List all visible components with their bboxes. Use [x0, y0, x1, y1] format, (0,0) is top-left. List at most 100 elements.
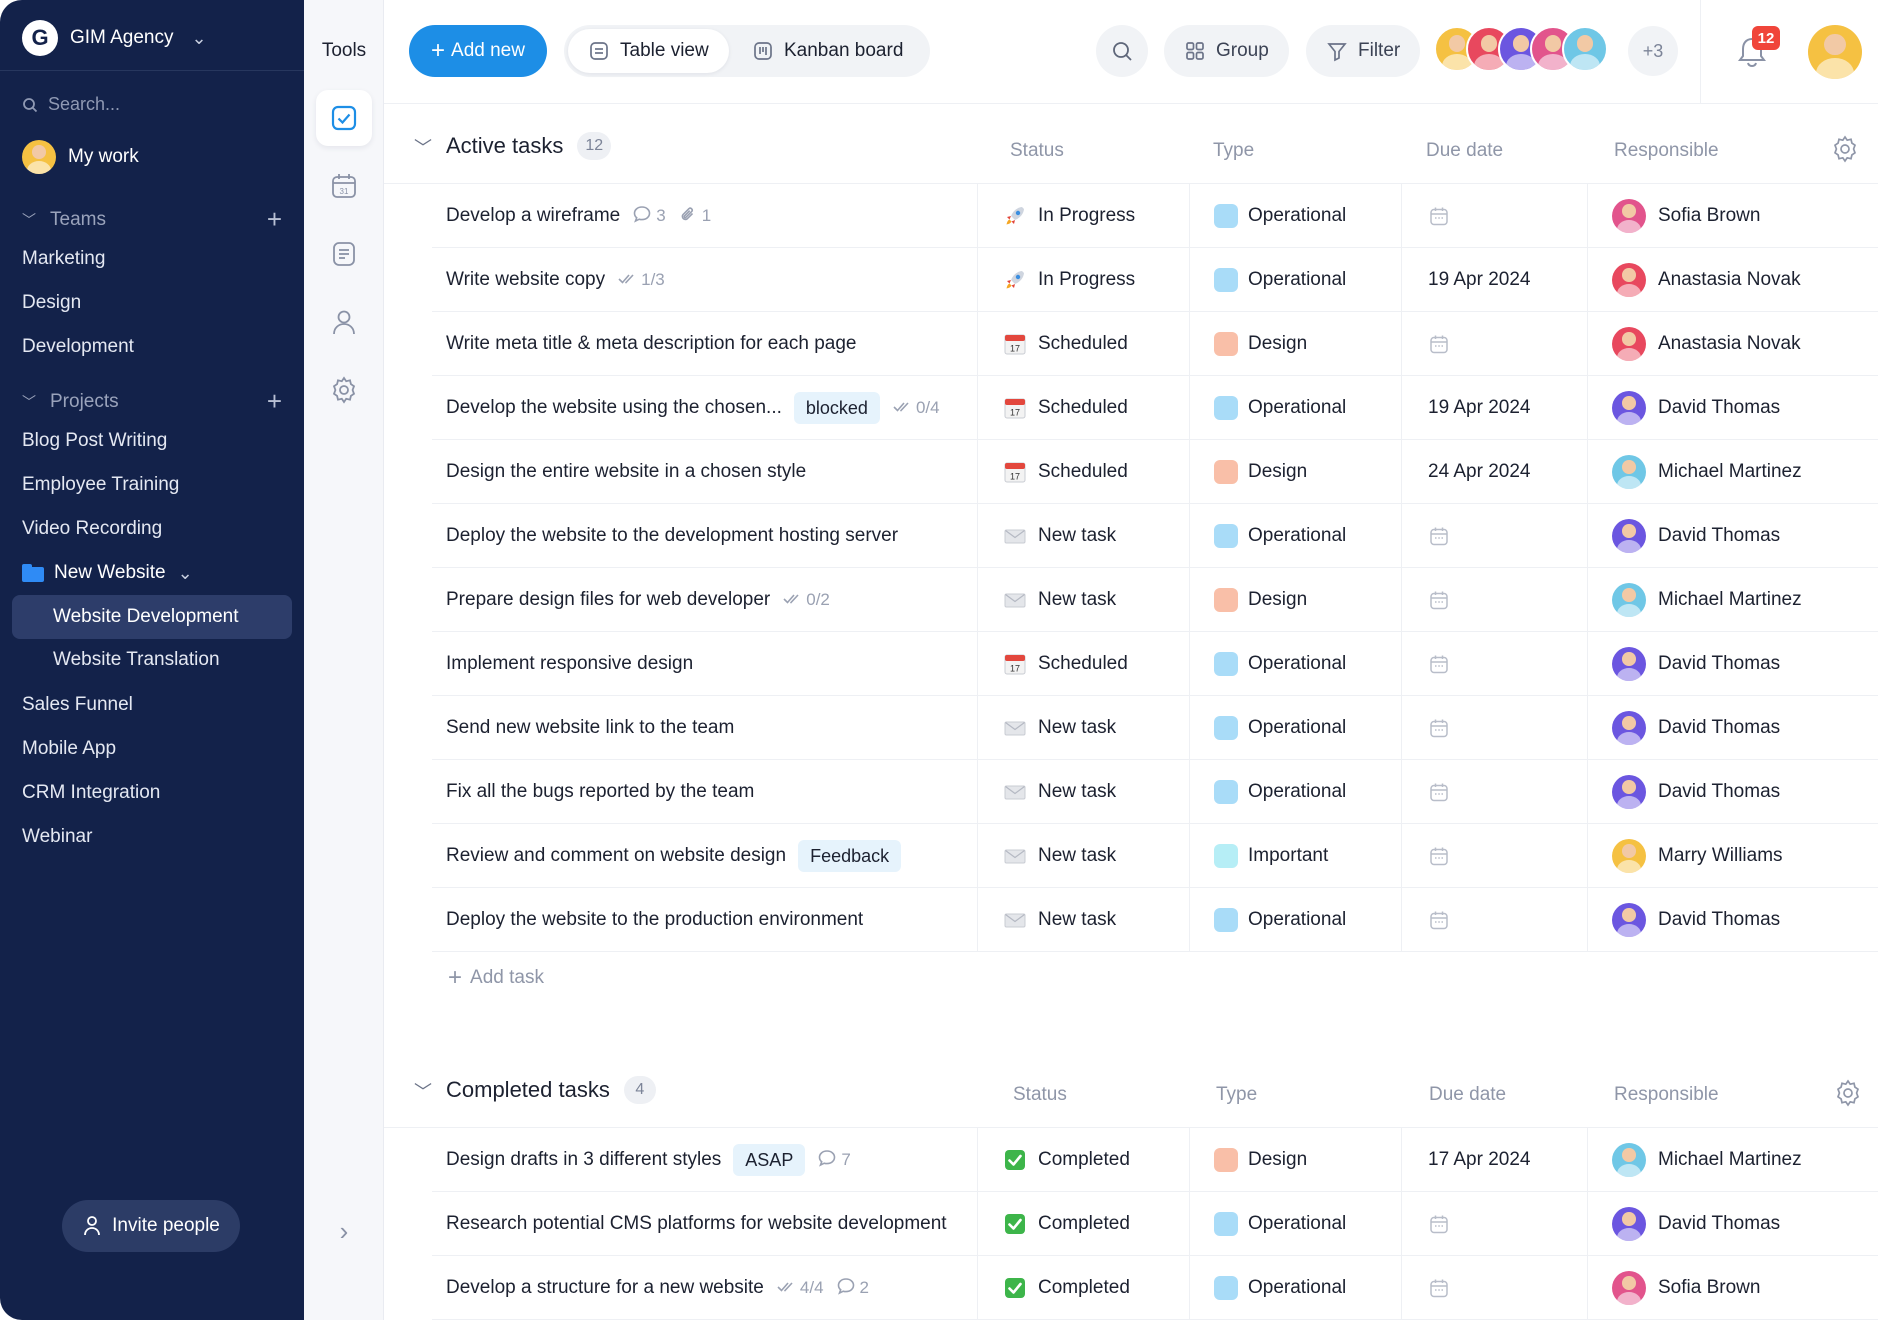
due-date-cell[interactable]	[1402, 1256, 1588, 1320]
task-tag-blocked[interactable]: blocked	[793, 392, 880, 424]
type-cell[interactable]: Operational	[1190, 184, 1402, 248]
tasks-tool-button[interactable]	[316, 90, 372, 146]
sidebar-item-blog-post-writing[interactable]: Blog Post Writing	[22, 430, 167, 452]
table-row[interactable]: Develop a wireframe 3 1 In Progress Operatio…	[432, 184, 1878, 248]
table-row[interactable]: Implement responsive design 17 Scheduled Op…	[432, 632, 1878, 696]
column-header-status[interactable]: Status	[1013, 1084, 1067, 1106]
status-cell[interactable]: 17 Scheduled	[978, 312, 1190, 376]
column-header-status[interactable]: Status	[1010, 140, 1064, 162]
sidebar-item-website-translation[interactable]: Website Translation	[12, 638, 292, 682]
sidebar-search[interactable]: Search...	[22, 94, 120, 115]
type-cell[interactable]: Design	[1190, 568, 1402, 632]
status-cell[interactable]: In Progress	[978, 248, 1190, 312]
task-name[interactable]: Write meta title & meta description for …	[446, 333, 856, 355]
notes-tool-button[interactable]	[316, 226, 372, 282]
table-row[interactable]: Fix all the bugs reported by the team New…	[432, 760, 1878, 824]
sidebar-item-my-work[interactable]: My work	[22, 140, 139, 174]
task-name-cell[interactable]: Research potential CMS platforms for web…	[432, 1192, 978, 1256]
due-date-cell[interactable]	[1402, 632, 1588, 696]
table-row[interactable]: Research potential CMS platforms for web…	[432, 1192, 1878, 1256]
responsible-cell[interactable]: Michael Martinez	[1588, 568, 1878, 632]
task-name-cell[interactable]: Develop a wireframe 3 1	[432, 184, 978, 248]
task-name[interactable]: Send new website link to the team	[446, 717, 734, 739]
table-row[interactable]: Deploy the website to the production env…	[432, 888, 1878, 952]
task-name-cell[interactable]: Develop the website using the chosen... b…	[432, 376, 978, 440]
type-cell[interactable]: Operational	[1190, 504, 1402, 568]
add-new-button[interactable]: + Add new	[409, 25, 547, 77]
task-name[interactable]: Review and comment on website design	[446, 845, 786, 867]
table-row[interactable]: Review and comment on website design Feed…	[432, 824, 1878, 888]
status-cell[interactable]: Completed	[978, 1192, 1190, 1256]
sidebar-item-sales-funnel[interactable]: Sales Funnel	[22, 694, 133, 716]
add-task-button[interactable]: + Add task	[448, 964, 544, 992]
type-cell[interactable]: Important	[1190, 824, 1402, 888]
table-row[interactable]: Deploy the website to the development ho…	[432, 504, 1878, 568]
status-cell[interactable]: New task	[978, 824, 1190, 888]
task-name[interactable]: Design the entire website in a chosen st…	[446, 461, 806, 483]
comments-counter[interactable]: 7	[817, 1148, 851, 1173]
type-cell[interactable]: Operational	[1190, 248, 1402, 312]
type-cell[interactable]: Design	[1190, 440, 1402, 504]
chevron-down-icon[interactable]: ﹀	[414, 134, 432, 160]
status-cell[interactable]: New task	[978, 888, 1190, 952]
due-date-cell[interactable]: 19 Apr 2024	[1402, 248, 1588, 312]
sidebar-item-website-development[interactable]: Website Development	[12, 595, 292, 639]
add-team-icon[interactable]: +	[267, 204, 282, 235]
gear-icon[interactable]	[1830, 134, 1860, 164]
task-name[interactable]: Design drafts in 3 different styles	[446, 1149, 721, 1171]
due-date-cell[interactable]	[1402, 1192, 1588, 1256]
status-cell[interactable]: 17 Scheduled	[978, 632, 1190, 696]
due-date-cell[interactable]: 19 Apr 2024	[1402, 376, 1588, 440]
responsible-cell[interactable]: Anastasia Novak	[1588, 312, 1878, 376]
type-cell[interactable]: Operational	[1190, 696, 1402, 760]
due-date-cell[interactable]	[1402, 312, 1588, 376]
tab-kanban-board[interactable]: Kanban board	[732, 29, 923, 73]
column-header-due-date[interactable]: Due date	[1429, 1084, 1506, 1106]
chevron-down-icon[interactable]: ﹀	[414, 1078, 432, 1104]
due-date-cell[interactable]	[1402, 888, 1588, 952]
task-name-cell[interactable]: Develop a structure for a new website 4/4…	[432, 1256, 978, 1320]
task-name[interactable]: Prepare design files for web developer	[446, 589, 770, 611]
status-cell[interactable]: New task	[978, 504, 1190, 568]
invite-people-button[interactable]: Invite people	[62, 1200, 240, 1252]
type-cell[interactable]: Operational	[1190, 376, 1402, 440]
responsible-cell[interactable]: David Thomas	[1588, 376, 1878, 440]
responsible-cell[interactable]: Marry Williams	[1588, 824, 1878, 888]
column-header-type[interactable]: Type	[1216, 1084, 1257, 1106]
responsible-cell[interactable]: Anastasia Novak	[1588, 248, 1878, 312]
task-name-cell[interactable]: Review and comment on website design Feed…	[432, 824, 978, 888]
due-date-cell[interactable]	[1402, 696, 1588, 760]
status-cell[interactable]: New task	[978, 760, 1190, 824]
due-date-cell[interactable]	[1402, 760, 1588, 824]
task-name-cell[interactable]: Fix all the bugs reported by the team	[432, 760, 978, 824]
table-row[interactable]: Design the entire website in a chosen st…	[432, 440, 1878, 504]
type-cell[interactable]: Operational	[1190, 1256, 1402, 1320]
type-cell[interactable]: Design	[1190, 312, 1402, 376]
table-row[interactable]: Write website copy 1/3 In Progress Operatio…	[432, 248, 1878, 312]
task-name-cell[interactable]: Deploy the website to the development ho…	[432, 504, 978, 568]
task-name[interactable]: Fix all the bugs reported by the team	[446, 781, 754, 803]
group-button[interactable]: Group	[1164, 25, 1289, 77]
task-name-cell[interactable]: Deploy the website to the production env…	[432, 888, 978, 952]
due-date-cell[interactable]	[1402, 504, 1588, 568]
column-header-responsible[interactable]: Responsible	[1614, 140, 1719, 162]
task-name-cell[interactable]: Send new website link to the team	[432, 696, 978, 760]
responsible-cell[interactable]: Michael Martinez	[1588, 1128, 1878, 1192]
more-members-count[interactable]: +3	[1628, 26, 1678, 76]
search-button[interactable]	[1096, 25, 1148, 77]
type-cell[interactable]: Operational	[1190, 632, 1402, 696]
responsible-cell[interactable]: David Thomas	[1588, 760, 1878, 824]
sidebar-item-development[interactable]: Development	[22, 336, 134, 358]
responsible-cell[interactable]: Sofia Brown	[1588, 1256, 1878, 1320]
task-name-cell[interactable]: Design the entire website in a chosen st…	[432, 440, 978, 504]
status-cell[interactable]: In Progress	[978, 184, 1190, 248]
sidebar-item-marketing[interactable]: Marketing	[22, 248, 105, 270]
due-date-cell[interactable]	[1402, 568, 1588, 632]
task-name-cell[interactable]: Write website copy 1/3	[432, 248, 978, 312]
table-row[interactable]: Write meta title & meta description for …	[432, 312, 1878, 376]
tab-table-view[interactable]: Table view	[568, 29, 729, 73]
due-date-cell[interactable]	[1402, 824, 1588, 888]
task-name[interactable]: Develop the website using the chosen...	[446, 397, 782, 419]
settings-tool-button[interactable]	[316, 362, 372, 418]
type-cell[interactable]: Operational	[1190, 888, 1402, 952]
